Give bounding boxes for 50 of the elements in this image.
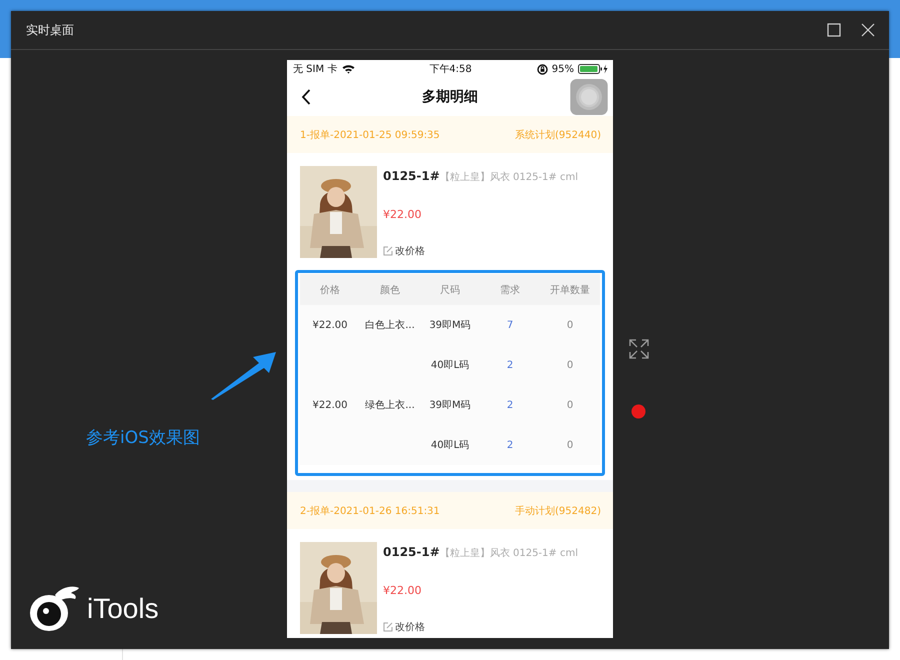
clock-time: 下午4:58 [429, 63, 472, 76]
product-price: ¥22.00 [383, 208, 422, 220]
page-title: 多期明细 [422, 88, 478, 106]
close-icon[interactable] [861, 23, 875, 37]
battery-percent: 95% [552, 64, 574, 74]
column-header: 需求 [499, 284, 521, 296]
edit-price-link[interactable]: 改价格 [383, 244, 600, 258]
column-header: 价格 [319, 284, 341, 296]
table-cell-text: 40即L码 [430, 359, 470, 372]
product-title: 0125-1#【粒上皇】风衣 0125-1# cml [383, 544, 579, 560]
table-cell-text: 2 [506, 400, 514, 410]
edit-price-link[interactable]: 改价格 [383, 620, 600, 634]
edit-icon [383, 246, 393, 256]
table-cell-text: 0 [566, 440, 574, 450]
plan-label: 手动计划(952482) [515, 504, 601, 518]
table-cell-text: 39即M码 [428, 319, 472, 332]
product-title: 0125-1#【粒上皇】风衣 0125-1# cml [383, 168, 579, 184]
table-cell-text: 0 [566, 360, 574, 370]
table-cell-text: 40即L码 [430, 439, 470, 452]
record-indicator-icon[interactable] [631, 404, 646, 419]
battery-charging-icon [578, 64, 608, 74]
logo-text: iTools [87, 593, 159, 625]
window-title: 实时桌面 [26, 22, 75, 38]
column-header: 尺码 [439, 284, 461, 296]
table-cell-text: 白色上衣... [364, 318, 416, 332]
rotation-lock-icon [536, 64, 548, 74]
logo-icon [27, 585, 81, 633]
table-cell-text: 2 [506, 360, 514, 370]
table-cell-text: ¥22.00 [312, 320, 348, 330]
annotation-label: 参考iOS效果图 [86, 427, 200, 449]
edit-icon [383, 622, 393, 632]
fullscreen-icon[interactable] [628, 338, 650, 360]
table-cell-text: 39即M码 [428, 399, 472, 412]
order-title: 2-报单-2021-01-26 16:51:31 [300, 504, 440, 518]
table-cell-text: 2 [506, 440, 514, 450]
plan-label: 系统计划(952440) [515, 128, 601, 142]
column-header: 颜色 [379, 284, 401, 296]
table-cell-text: 绿色上衣... [364, 398, 416, 412]
order-title: 1-报单-2021-01-25 09:59:35 [300, 128, 440, 142]
column-header: 开单数量 [549, 284, 591, 296]
table-cell-text: ¥22.00 [312, 400, 348, 410]
pointer-arrow [209, 351, 277, 401]
wifi-icon [342, 64, 356, 74]
maximize-icon[interactable] [827, 23, 841, 37]
table-cell-text: 0 [566, 320, 574, 330]
table-cell-text: 0 [566, 400, 574, 410]
carrier-label: 无 SIM 卡 [293, 62, 338, 76]
product-price: ¥22.00 [383, 584, 422, 596]
table-cell-text: 7 [506, 320, 514, 330]
back-icon[interactable] [301, 89, 311, 105]
